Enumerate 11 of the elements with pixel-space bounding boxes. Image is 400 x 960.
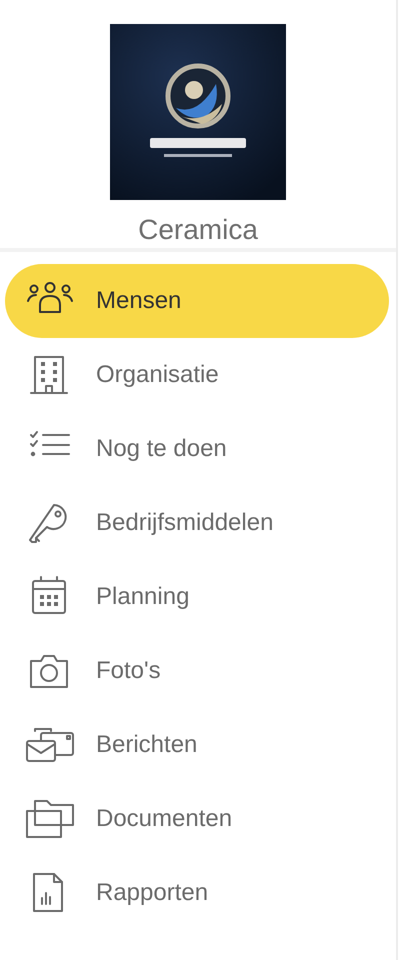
nav-item[interactable]: Berichten xyxy=(5,708,389,782)
nav-item[interactable]: Organisatie xyxy=(5,338,389,412)
nav-item[interactable]: Bedrijfsmiddelen xyxy=(5,486,389,560)
company-name: Ceramica xyxy=(138,214,258,246)
nav-item[interactable]: Nog te doen xyxy=(5,412,389,486)
nav-item[interactable]: Documenten xyxy=(5,782,389,856)
nav-item[interactable]: Foto's xyxy=(5,634,389,708)
nav-item[interactable]: Rapporten xyxy=(5,856,389,930)
nav-item[interactable]: Mensen xyxy=(5,264,389,338)
folder-icon xyxy=(25,797,75,841)
nav-item[interactable]: Planning xyxy=(5,560,389,634)
